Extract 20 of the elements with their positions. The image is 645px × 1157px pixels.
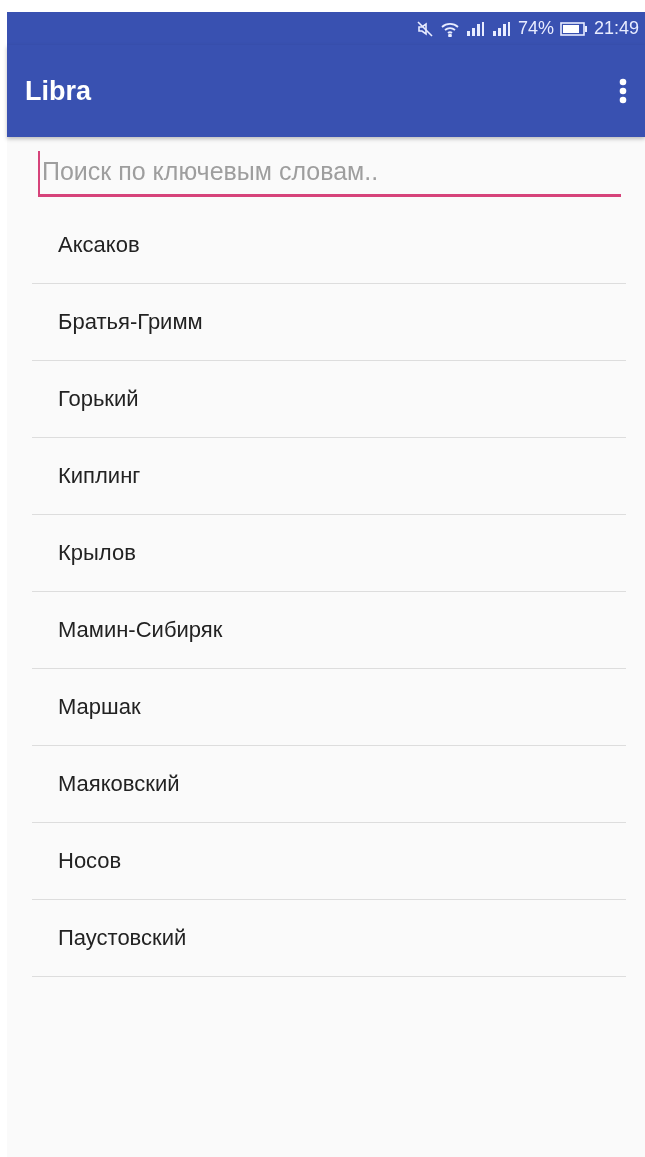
author-list-item[interactable]: Аксаков <box>32 207 626 284</box>
app-title: Libra <box>25 75 91 107</box>
author-list-item[interactable]: Носов <box>32 823 626 900</box>
battery-icon <box>559 21 588 36</box>
battery-percent: 74% <box>517 18 554 39</box>
mute-icon <box>415 19 434 38</box>
signal-icon <box>465 20 486 37</box>
author-list-item[interactable]: Киплинг <box>32 438 626 515</box>
signal-icon <box>491 20 512 37</box>
author-list-item[interactable]: Паустовский <box>32 900 626 977</box>
clock: 21:49 <box>593 18 639 39</box>
author-list-item[interactable]: Маяковский <box>32 746 626 823</box>
author-list-item[interactable]: Мамин-Сибиряк <box>32 592 626 669</box>
search-field[interactable]: Поиск по ключевым словам.. <box>38 151 621 197</box>
author-list-item[interactable]: Крылов <box>32 515 626 592</box>
author-list-item[interactable]: Маршак <box>32 669 626 746</box>
wifi-icon <box>439 20 460 37</box>
more-vertical-icon <box>619 78 627 104</box>
author-list-item[interactable]: Братья-Гримм <box>32 284 626 361</box>
author-list-item[interactable]: Горький <box>32 361 626 438</box>
